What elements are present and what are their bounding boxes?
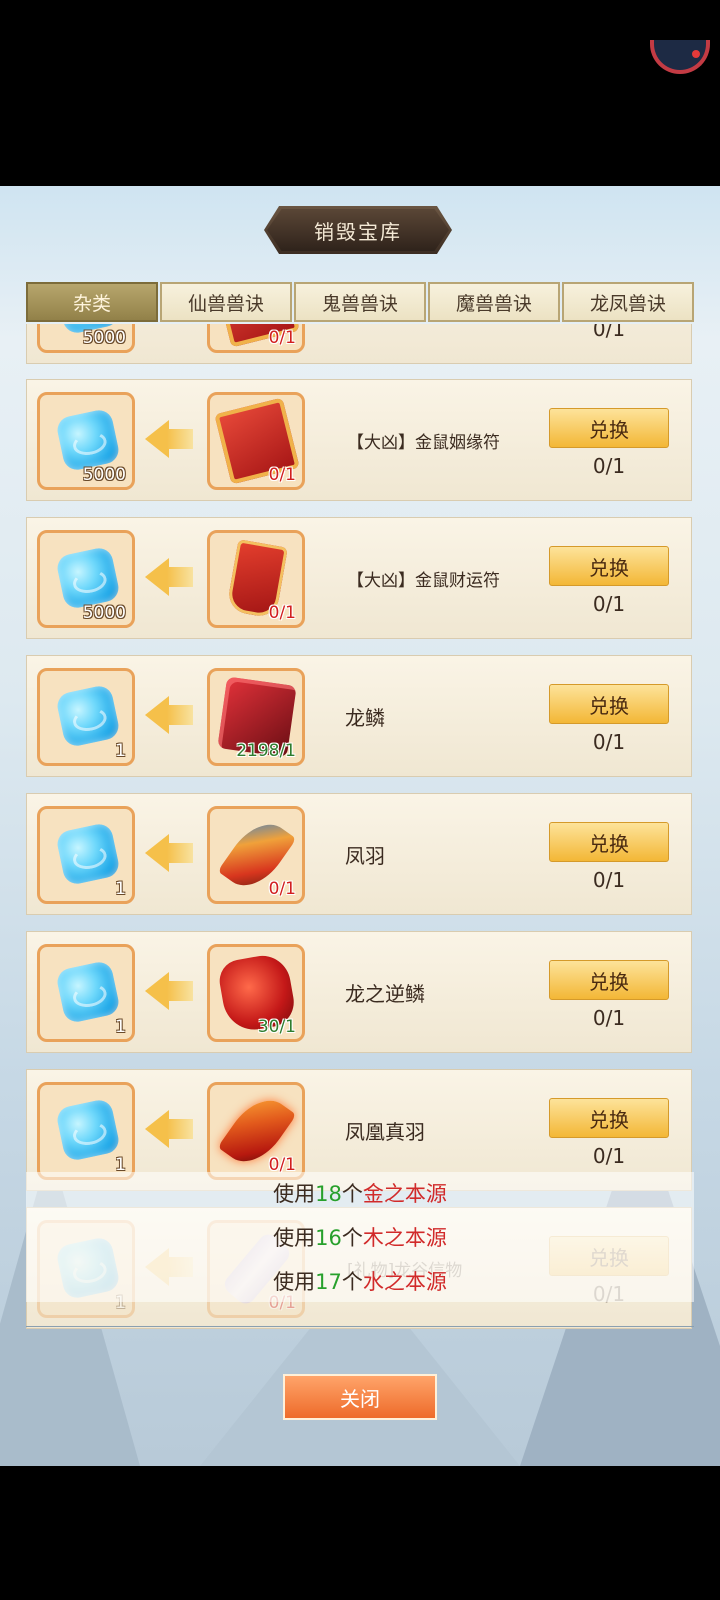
owned-count: 2198/1 bbox=[236, 741, 296, 761]
item-slot[interactable]: 2198/1 bbox=[207, 668, 305, 766]
cost-count: 1 bbox=[115, 1017, 126, 1037]
notification-overlay: 使用18个金之本源 使用16个木之本源 使用17个水之本源 bbox=[26, 1172, 694, 1302]
owned-count: 0/1 bbox=[268, 603, 296, 623]
toast-message: 使用17个水之本源 bbox=[273, 1270, 447, 1294]
item-name: 龙之逆鳞 bbox=[345, 981, 425, 1006]
item-slot[interactable]: 0/1 bbox=[207, 1082, 305, 1180]
owned-count: 0/1 bbox=[268, 879, 296, 899]
owned-count: 0/1 bbox=[268, 465, 296, 485]
arrow-left-icon bbox=[145, 834, 195, 872]
cost-count: 5000 bbox=[82, 465, 126, 485]
tab-ghost-beast[interactable]: 鬼兽兽诀 bbox=[294, 282, 426, 322]
panel-title: 销毁宝库 bbox=[314, 219, 402, 244]
item-name: 龙鳞 bbox=[345, 705, 385, 730]
cost-slot[interactable]: 5000 bbox=[37, 392, 135, 490]
close-button[interactable]: 关闭 bbox=[283, 1374, 437, 1420]
arrow-left-icon bbox=[145, 972, 195, 1010]
tab-dragon-phoenix[interactable]: 龙凤兽诀 bbox=[562, 282, 694, 322]
exchange-button[interactable]: 兑换 bbox=[549, 822, 669, 862]
toast-message: 使用16个木之本源 bbox=[273, 1226, 447, 1250]
list-item: 1 2198/1 龙鳞 兑换 0/1 bbox=[26, 655, 692, 777]
list-item: 5000 0/1 【大凶】金鼠姻缘符 兑换 0/1 bbox=[26, 379, 692, 501]
cost-slot[interactable]: 1 bbox=[37, 668, 135, 766]
cost-count: 5000 bbox=[82, 603, 126, 623]
owned-count: 0/1 bbox=[268, 328, 296, 348]
exchange-button[interactable]: 兑换 bbox=[549, 960, 669, 1000]
exchange-button[interactable]: 兑换 bbox=[549, 1098, 669, 1138]
tab-demon-beast[interactable]: 魔兽兽诀 bbox=[428, 282, 560, 322]
stock-count: 0/1 bbox=[592, 1144, 626, 1168]
crystal-icon bbox=[54, 407, 122, 473]
arrow-left-icon bbox=[145, 696, 195, 734]
category-tabs: 杂类 仙兽兽诀 鬼兽兽诀 魔兽兽诀 龙凤兽诀 bbox=[26, 282, 694, 322]
item-name: 【大凶】金鼠姻缘符 bbox=[347, 432, 500, 453]
arrow-left-icon bbox=[145, 1110, 195, 1148]
cost-slot[interactable]: 1 bbox=[37, 806, 135, 904]
cost-slot[interactable]: 1 bbox=[37, 944, 135, 1042]
screen: 销毁宝库 杂类 仙兽兽诀 鬼兽兽诀 魔兽兽诀 龙凤兽诀 5000 0/1 0/1… bbox=[0, 0, 720, 1600]
tab-immortal-beast[interactable]: 仙兽兽诀 bbox=[160, 282, 292, 322]
list-item: 1 30/1 龙之逆鳞 兑换 0/1 bbox=[26, 931, 692, 1053]
tab-misc[interactable]: 杂类 bbox=[26, 282, 158, 322]
shop-panel: 销毁宝库 杂类 仙兽兽诀 鬼兽兽诀 魔兽兽诀 龙凤兽诀 5000 0/1 0/1… bbox=[0, 186, 720, 1466]
crystal-icon bbox=[54, 821, 122, 887]
cost-count: 5000 bbox=[82, 328, 126, 348]
stock-count: 0/1 bbox=[592, 1006, 626, 1030]
stock-count: 0/1 bbox=[592, 454, 626, 478]
exchange-button[interactable]: 兑换 bbox=[549, 408, 669, 448]
crystal-icon bbox=[54, 683, 122, 749]
toast-message: 使用18个金之本源 bbox=[273, 1182, 447, 1206]
exchange-button[interactable]: 兑换 bbox=[549, 684, 669, 724]
item-slot[interactable]: 0/1 bbox=[207, 392, 305, 490]
stock-count: 0/1 bbox=[592, 324, 626, 341]
cost-slot[interactable]: 1 bbox=[37, 1082, 135, 1180]
item-name: 凤羽 bbox=[345, 843, 385, 868]
arrow-left-icon bbox=[145, 420, 195, 458]
arrow-left-icon bbox=[145, 558, 195, 596]
item-slot[interactable]: 30/1 bbox=[207, 944, 305, 1042]
list-item: 5000 0/1 0/1 bbox=[26, 324, 692, 364]
title-plate: 销毁宝库 bbox=[264, 206, 452, 254]
list-item: 1 0/1 凤羽 兑换 0/1 bbox=[26, 793, 692, 915]
item-slot[interactable]: 0/1 bbox=[207, 806, 305, 904]
stock-count: 0/1 bbox=[592, 592, 626, 616]
crystal-icon bbox=[54, 959, 122, 1025]
cost-slot[interactable]: 5000 bbox=[37, 324, 135, 353]
crystal-icon bbox=[54, 545, 122, 611]
cost-count: 1 bbox=[115, 879, 126, 899]
item-slot[interactable]: 0/1 bbox=[207, 324, 305, 353]
corner-badge-icon[interactable] bbox=[650, 40, 710, 74]
owned-count: 30/1 bbox=[257, 1017, 296, 1037]
stock-count: 0/1 bbox=[592, 868, 626, 892]
item-slot[interactable]: 0/1 bbox=[207, 530, 305, 628]
cost-slot[interactable]: 5000 bbox=[37, 530, 135, 628]
stock-count: 0/1 bbox=[592, 730, 626, 754]
item-name: 【大凶】金鼠财运符 bbox=[347, 570, 500, 591]
cost-count: 1 bbox=[115, 741, 126, 761]
exchange-button[interactable]: 兑换 bbox=[549, 546, 669, 586]
crystal-icon bbox=[54, 1097, 122, 1163]
list-item: 5000 0/1 【大凶】金鼠财运符 兑换 0/1 bbox=[26, 517, 692, 639]
divider bbox=[26, 1326, 694, 1327]
